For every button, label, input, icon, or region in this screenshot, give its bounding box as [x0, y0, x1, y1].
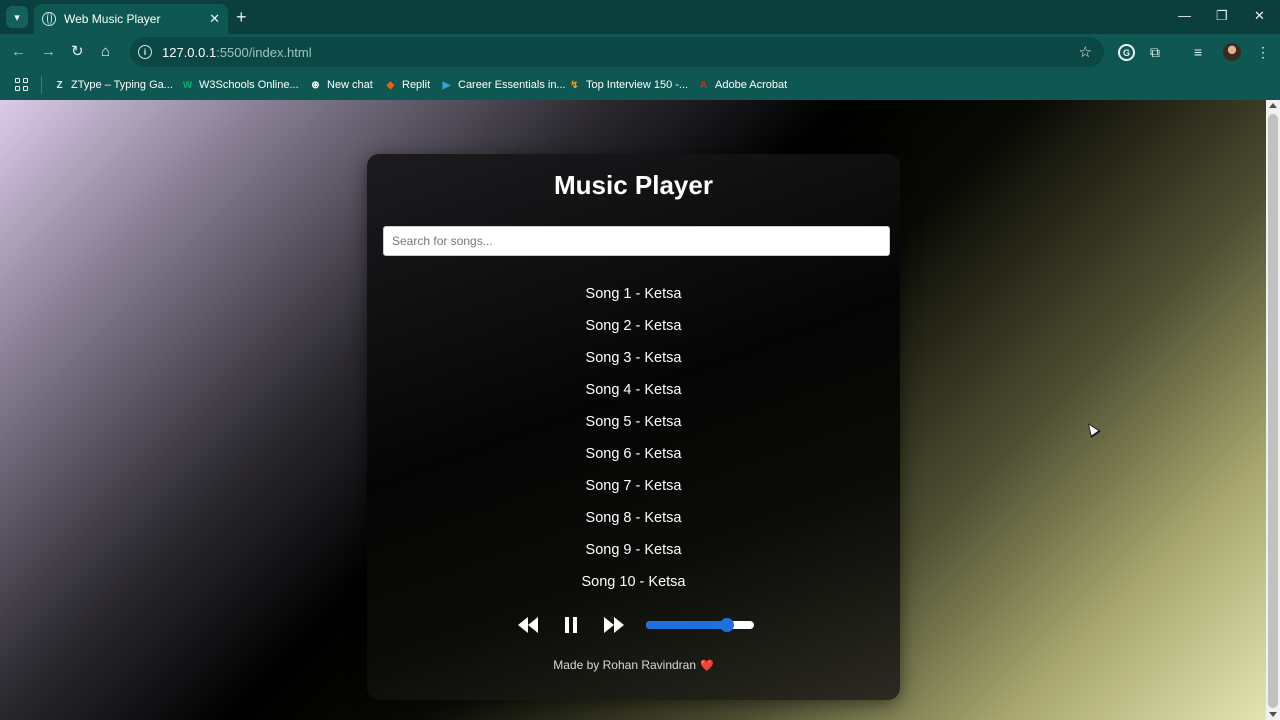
apps-grid-icon[interactable] — [15, 78, 28, 91]
song-item[interactable]: Song 1 - Ketsa — [367, 278, 900, 310]
page-scrollbar[interactable] — [1266, 100, 1280, 720]
bookmark-career-essentials[interactable]: ▶ Career Essentials in... — [440, 78, 566, 92]
scroll-down-arrow-icon[interactable] — [1269, 712, 1277, 717]
browser-toolbar: ← → ↻ ⌂ i 127.0.0.1:5500/index.html ☆ G … — [0, 34, 1280, 70]
adobe-acrobat-icon: A — [699, 79, 708, 91]
song-item[interactable]: Song 2 - Ketsa — [367, 310, 900, 342]
song-item[interactable]: Song 4 - Ketsa — [367, 374, 900, 406]
bookmark-adobe-acrobat[interactable]: A Adobe Acrobat — [697, 78, 787, 92]
reload-icon[interactable]: ↻ — [71, 43, 84, 61]
bookmark-star-icon[interactable]: ☆ — [1079, 43, 1092, 61]
window-close-button[interactable]: ✕ — [1254, 8, 1265, 24]
bookmark-label: Adobe Acrobat — [715, 79, 788, 91]
forward-arrow-icon[interactable]: → — [41, 43, 56, 61]
song-item[interactable]: Song 7 - Ketsa — [367, 470, 900, 502]
bookmark-ztype[interactable]: Z ZType – Typing Ga... — [53, 78, 173, 92]
more-menu-icon[interactable]: ⋮ — [1256, 43, 1270, 61]
bookmark-new-chat[interactable]: ⊛ New chat — [309, 78, 373, 92]
bookmark-label: New chat — [327, 79, 373, 91]
volume-fill — [646, 621, 727, 629]
bookmark-label: Career Essentials in... — [458, 79, 566, 91]
scrollbar-thumb[interactable] — [1268, 114, 1278, 708]
bookmark-label: Replit — [402, 79, 431, 91]
new-tab-button[interactable]: + — [236, 8, 247, 26]
song-search-input[interactable] — [383, 226, 890, 256]
profile-avatar[interactable] — [1223, 43, 1241, 61]
volume-slider[interactable] — [646, 618, 754, 632]
page-viewport: Music Player Song 1 - Ketsa Song 2 - Ket… — [0, 100, 1266, 720]
leetcode-icon: ↯ — [570, 79, 579, 91]
rewind-icon[interactable] — [517, 616, 539, 634]
volume-knob[interactable] — [720, 618, 734, 632]
ztype-icon: Z — [56, 79, 63, 91]
song-item[interactable]: Song 6 - Ketsa — [367, 438, 900, 470]
footer-text: Made by Rohan Ravindran — [553, 658, 697, 672]
song-item[interactable]: Song 5 - Ketsa — [367, 406, 900, 438]
tab-title: Web Music Player — [64, 12, 161, 26]
bookmarks-divider — [41, 76, 42, 94]
page-title: Music Player — [554, 170, 713, 200]
bookmark-label: W3Schools Online... — [199, 79, 299, 91]
scroll-up-arrow-icon[interactable] — [1269, 103, 1277, 108]
home-icon[interactable]: ⌂ — [101, 43, 110, 61]
tab-search-chevron-icon[interactable]: ▾ — [6, 6, 28, 28]
extensions-puzzle-icon[interactable]: ⧉ — [1150, 43, 1160, 61]
song-item[interactable]: Song 3 - Ketsa — [367, 342, 900, 374]
music-player-card: Music Player Song 1 - Ketsa Song 2 - Ket… — [367, 154, 900, 700]
grammarly-extension-icon[interactable]: G — [1118, 44, 1135, 61]
mouse-cursor-icon — [1083, 419, 1101, 439]
linkedin-learning-icon: ▶ — [442, 79, 451, 91]
address-bar[interactable]: i 127.0.0.1:5500/index.html ☆ — [130, 37, 1104, 67]
media-controls-icon[interactable]: ≡ — [1194, 43, 1202, 61]
browser-tab-active[interactable]: Web Music Player ✕ — [34, 4, 228, 34]
chatgpt-icon: ⊛ — [311, 79, 320, 91]
url-path: :5500/index.html — [216, 44, 312, 60]
back-arrow-icon[interactable]: ← — [11, 43, 26, 61]
footer-credit: Made by Rohan Ravindran ❤️ — [367, 658, 900, 672]
browser-tab-strip: ▾ Web Music Player ✕ + — ❐ ✕ — [0, 0, 1280, 34]
song-item[interactable]: Song 10 - Ketsa — [367, 566, 900, 598]
bookmark-label: Top Interview 150 -... — [586, 79, 689, 91]
replit-icon: ◆ — [386, 79, 395, 91]
fast-forward-icon[interactable] — [603, 616, 625, 634]
site-info-icon[interactable]: i — [138, 45, 152, 59]
song-item[interactable]: Song 8 - Ketsa — [367, 502, 900, 534]
pause-icon[interactable] — [564, 616, 578, 634]
tab-close-icon[interactable]: ✕ — [209, 11, 220, 27]
bookmark-w3schools[interactable]: W W3Schools Online... — [181, 78, 299, 92]
globe-icon — [42, 12, 56, 26]
song-item[interactable]: Song 9 - Ketsa — [367, 534, 900, 566]
url-host: 127.0.0.1 — [162, 44, 217, 60]
window-minimize-button[interactable]: — — [1178, 8, 1191, 23]
bookmark-label: ZType – Typing Ga... — [71, 79, 173, 91]
heart-icon: ❤️ — [700, 660, 714, 672]
window-restore-button[interactable]: ❐ — [1216, 8, 1228, 24]
song-list: Song 1 - Ketsa Song 2 - Ketsa Song 3 - K… — [367, 278, 900, 598]
playback-controls — [367, 612, 900, 640]
w3schools-icon: W — [182, 79, 193, 91]
bookmark-top-interview[interactable]: ↯ Top Interview 150 -... — [568, 78, 688, 92]
bookmark-replit[interactable]: ◆ Replit — [384, 78, 430, 92]
